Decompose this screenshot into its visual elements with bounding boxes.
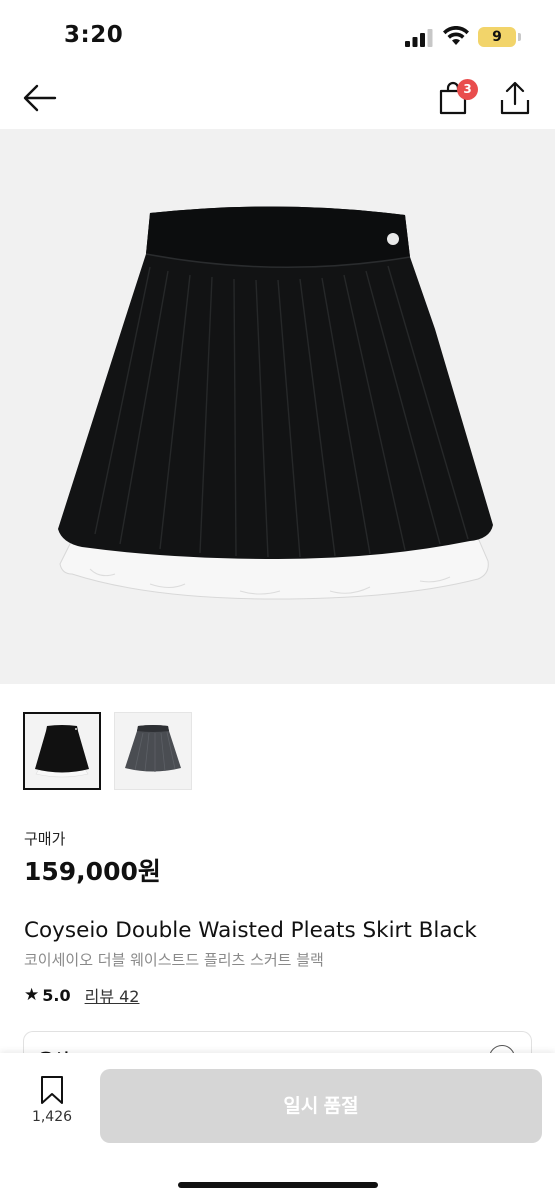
thumbnail-black[interactable]: [23, 712, 101, 790]
battery-level: 9: [492, 29, 502, 45]
thumbnail-gray[interactable]: [114, 712, 192, 790]
product-main-image[interactable]: [0, 129, 555, 684]
bookmark-icon: [41, 1076, 63, 1104]
battery-nub: [518, 33, 521, 41]
gray-skirt-thumbnail-image: [125, 725, 181, 772]
top-navigation: 3: [0, 70, 555, 128]
black-skirt-thumbnail-image: [35, 725, 89, 778]
skirt-illustration: [58, 206, 493, 600]
wishlist-button[interactable]: 1,426: [22, 1075, 82, 1135]
reviews-link[interactable]: 리뷰 42: [85, 983, 140, 1007]
product-price: 159,000원: [24, 857, 161, 886]
wifi-icon: [443, 26, 469, 45]
status-time: 3:20: [64, 22, 124, 48]
price-label: 구매가: [24, 830, 66, 848]
status-bar: 3:20 9: [0, 0, 555, 70]
star-icon: ★: [24, 985, 40, 1005]
rating-row: ★ 5.0 리뷰 42: [24, 983, 139, 1007]
cellular-signal-icon: [405, 29, 433, 47]
home-indicator: [178, 1182, 378, 1188]
back-arrow-icon[interactable]: [22, 82, 58, 114]
product-name-english: Coyseio Double Waisted Pleats Skirt Blac…: [24, 918, 477, 943]
sold-out-button[interactable]: 일시 품절: [100, 1069, 542, 1143]
bottom-action-bar: 1,426 일시 품절: [0, 1053, 555, 1200]
rating-score: 5.0: [42, 985, 71, 1005]
product-name-korean: 코이세이오 더블 웨이스트드 플리츠 스커트 블랙: [24, 951, 324, 969]
wishlist-count: 1,426: [31, 1109, 73, 1125]
battery-icon: 9: [478, 27, 516, 47]
share-icon[interactable]: [499, 80, 531, 116]
cart-count-badge: 3: [457, 79, 478, 100]
